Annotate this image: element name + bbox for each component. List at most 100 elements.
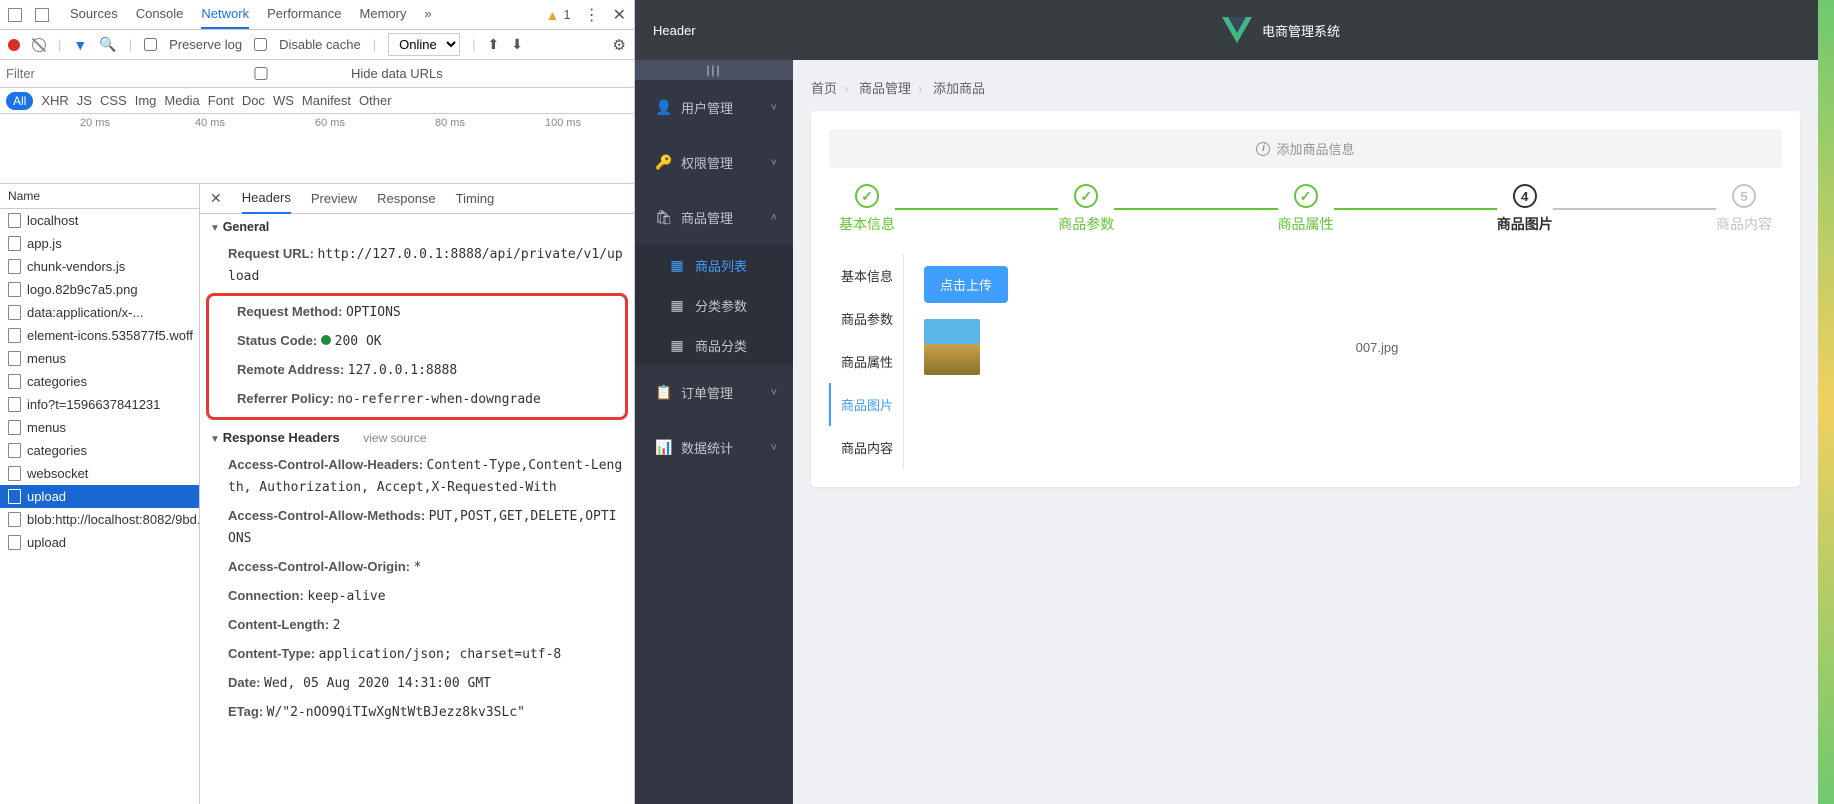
filter-ws[interactable]: WS (273, 93, 294, 108)
sidebar-item[interactable]: 🔑权限管理˅ (635, 135, 793, 190)
sidebar-subitem[interactable]: ▦ 商品列表 (635, 245, 793, 285)
chevron-icon: ˅ (771, 157, 777, 169)
tab-headers[interactable]: Headers (242, 184, 291, 214)
filter-input[interactable] (0, 62, 170, 85)
request-item[interactable]: chunk-vendors.js (0, 255, 199, 278)
request-item[interactable]: element-icons.535877f5.woff (0, 324, 199, 347)
devtools-close-icon[interactable]: ✕ (613, 5, 626, 25)
devtools-menu-icon[interactable]: ⋮ (584, 5, 600, 25)
sidebar-subitem[interactable]: ▦商品分类 (635, 325, 793, 365)
request-item[interactable]: logo.82b9c7a5.png (0, 278, 199, 301)
sidebar-item[interactable]: 📋订单管理˅ (635, 365, 793, 420)
request-url-row: Request URL: http://127.0.0.1:8888/api/p… (200, 240, 634, 291)
request-item[interactable]: upload (0, 485, 199, 508)
request-item[interactable]: app.js (0, 232, 199, 255)
request-name: blob:http://localhost:8082/9bd... (27, 512, 199, 527)
form-area: 基本信息商品参数商品属性商品图片商品内容 点击上传 007.jpg (829, 254, 1782, 469)
filter-icon[interactable]: ▼ (73, 37, 87, 53)
tab-performance[interactable]: Performance (267, 0, 341, 29)
filter-js[interactable]: JS (77, 93, 92, 108)
clear-icon[interactable] (32, 38, 46, 52)
breadcrumb-goods[interactable]: 商品管理 (859, 81, 911, 96)
tab-timing[interactable]: Timing (456, 184, 495, 213)
tab-sources[interactable]: Sources (70, 0, 118, 29)
sidebar-collapse[interactable]: ||| (635, 60, 793, 80)
breadcrumb-home[interactable]: 首页 (811, 81, 837, 96)
warning-icon: ▲ (546, 7, 560, 23)
step-label: 商品图片 (1497, 214, 1553, 234)
request-item[interactable]: categories (0, 439, 199, 462)
disable-cache-checkbox[interactable] (254, 38, 267, 51)
request-name: upload (27, 535, 66, 550)
timeline[interactable]: 20 ms 40 ms 60 ms 80 ms 100 ms (0, 114, 634, 184)
file-icon (8, 443, 21, 458)
device-toggle-icon[interactable] (35, 8, 49, 22)
step-circle: 5 (1732, 184, 1756, 208)
request-item[interactable]: info?t=1596637841231 (0, 393, 199, 416)
file-thumbnail[interactable] (924, 319, 980, 375)
file-icon (8, 328, 21, 343)
request-name: categories (27, 374, 87, 389)
throttle-select[interactable]: Online (388, 33, 460, 56)
request-name: data:application/x-... (27, 305, 143, 320)
search-icon[interactable]: 🔍 (99, 36, 116, 53)
form-tab[interactable]: 商品图片 (829, 383, 903, 426)
request-item[interactable]: data:application/x-... (0, 301, 199, 324)
upload-har-icon[interactable]: ⬆ (488, 36, 500, 53)
form-tab[interactable]: 基本信息 (829, 254, 903, 297)
settings-icon[interactable]: ⚙ (613, 36, 626, 54)
sidebar-item[interactable]: 👤用户管理˅ (635, 80, 793, 135)
view-source-link[interactable]: view source (363, 431, 426, 445)
tab-memory[interactable]: Memory (360, 0, 407, 29)
form-tab[interactable]: 商品参数 (829, 297, 903, 340)
detail-tabs: ✕ Headers Preview Response Timing (200, 184, 634, 214)
tab-overflow[interactable]: » (424, 0, 431, 29)
request-name: menus (27, 351, 66, 366)
sidebar-item[interactable]: 📊数据统计˅ (635, 420, 793, 475)
preserve-log-checkbox[interactable] (144, 38, 157, 51)
general-section-header[interactable]: General (200, 214, 634, 240)
filter-manifest[interactable]: Manifest (302, 93, 351, 108)
devtools-tabs: Sources Console Network Performance Memo… (70, 0, 432, 29)
tab-response[interactable]: Response (377, 184, 436, 213)
tab-console[interactable]: Console (136, 0, 184, 29)
tab-network[interactable]: Network (201, 0, 249, 29)
request-item[interactable]: blob:http://localhost:8082/9bd... (0, 508, 199, 531)
request-item[interactable]: menus (0, 347, 199, 370)
filter-xhr[interactable]: XHR (41, 93, 68, 108)
inspect-icon[interactable] (8, 8, 22, 22)
form-tab[interactable]: 商品内容 (829, 426, 903, 469)
form-tab[interactable]: 商品属性 (829, 340, 903, 383)
sidebar-item[interactable]: 🛍商品管理˄ (635, 190, 793, 245)
devtools-tabs-row: Sources Console Network Performance Memo… (0, 0, 634, 30)
filter-doc[interactable]: Doc (242, 93, 265, 108)
step: 4商品图片 (1497, 184, 1553, 234)
filter-css[interactable]: CSS (100, 93, 127, 108)
record-icon[interactable] (8, 39, 20, 51)
filter-other[interactable]: Other (359, 93, 392, 108)
filter-img[interactable]: Img (135, 93, 157, 108)
sidebar-subitem[interactable]: ▦分类参数 (635, 285, 793, 325)
filter-media[interactable]: Media (164, 93, 199, 108)
filter-all[interactable]: All (6, 92, 33, 110)
download-har-icon[interactable]: ⬇ (511, 36, 523, 53)
submenu-label: 商品列表 (695, 256, 747, 275)
tab-preview[interactable]: Preview (311, 184, 357, 213)
request-item[interactable]: websocket (0, 462, 199, 485)
close-detail-icon[interactable]: ✕ (210, 190, 222, 207)
name-column-header[interactable]: Name (0, 184, 199, 209)
file-icon (8, 535, 21, 550)
request-detail: ✕ Headers Preview Response Timing Genera… (200, 184, 634, 804)
upload-button[interactable]: 点击上传 (924, 266, 1008, 303)
request-item[interactable]: categories (0, 370, 199, 393)
preserve-log-label: Preserve log (169, 37, 242, 52)
request-item[interactable]: menus (0, 416, 199, 439)
filter-row: Hide data URLs (0, 60, 634, 88)
hide-data-urls-checkbox[interactable] (176, 67, 346, 80)
request-item[interactable]: localhost (0, 209, 199, 232)
response-headers-section[interactable]: Response Headers view source (200, 424, 634, 451)
filter-font[interactable]: Font (208, 93, 234, 108)
warnings-indicator[interactable]: ▲ 1 (546, 7, 571, 23)
grid-icon: ▦ (669, 257, 685, 274)
request-item[interactable]: upload (0, 531, 199, 554)
